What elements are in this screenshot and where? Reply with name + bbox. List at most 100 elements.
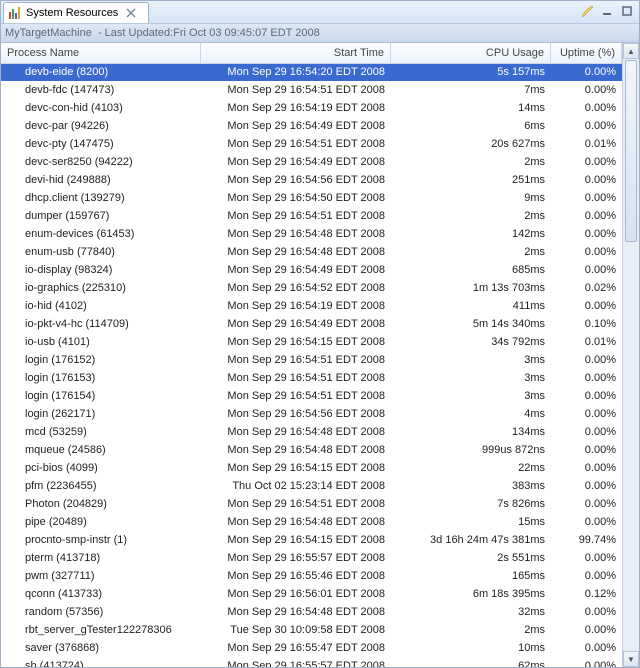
minimize-button[interactable] — [599, 3, 615, 19]
table-row[interactable]: random (57356)Mon Sep 29 16:54:48 EDT 20… — [1, 603, 622, 621]
table-row[interactable]: devc-pty (147475)Mon Sep 29 16:54:51 EDT… — [1, 135, 622, 153]
cell-process: devi-hid (249888) — [1, 174, 201, 186]
process-table[interactable]: Process Name Start Time CPU Usage Uptime… — [1, 43, 622, 667]
table-row[interactable]: io-usb (4101)Mon Sep 29 16:54:15 EDT 200… — [1, 333, 622, 351]
table-row[interactable]: procnto-smp-instr (1)Mon Sep 29 16:54:15… — [1, 531, 622, 549]
table-row[interactable]: login (176154)Mon Sep 29 16:54:51 EDT 20… — [1, 387, 622, 405]
table-row[interactable]: dumper (159767)Mon Sep 29 16:54:51 EDT 2… — [1, 207, 622, 225]
table-row[interactable]: pipe (20489)Mon Sep 29 16:54:48 EDT 2008… — [1, 513, 622, 531]
cell-start-time: Mon Sep 29 16:54:56 EDT 2008 — [201, 174, 391, 186]
col-process[interactable]: Process Name — [1, 43, 201, 63]
cell-start-time: Mon Sep 29 16:54:52 EDT 2008 — [201, 282, 391, 294]
table-row[interactable]: qconn (413733)Mon Sep 29 16:56:01 EDT 20… — [1, 585, 622, 603]
cell-process: dumper (159767) — [1, 210, 201, 222]
cell-process: rbt_server_gTester122278306 — [1, 624, 201, 636]
view-tab[interactable]: System Resources — [3, 2, 149, 23]
cell-process: devb-eide (8200) — [1, 66, 201, 78]
table-row[interactable]: login (176153)Mon Sep 29 16:54:51 EDT 20… — [1, 369, 622, 387]
window-buttons — [579, 3, 635, 19]
table-row[interactable]: io-pkt-v4-hc (114709)Mon Sep 29 16:54:49… — [1, 315, 622, 333]
table-row[interactable]: io-graphics (225310)Mon Sep 29 16:54:52 … — [1, 279, 622, 297]
status-machine: MyTargetMachine — [5, 27, 92, 39]
table-row[interactable]: rbt_server_gTester122278306Tue Sep 30 10… — [1, 621, 622, 639]
cell-uptime: 0.00% — [551, 84, 622, 96]
cell-process: sh (413724) — [1, 660, 201, 667]
cell-start-time: Mon Sep 29 16:54:49 EDT 2008 — [201, 264, 391, 276]
cell-uptime: 0.00% — [551, 264, 622, 276]
scroll-up-button[interactable]: ▲ — [623, 43, 639, 59]
cell-uptime: 0.00% — [551, 174, 622, 186]
table-row[interactable]: login (262171)Mon Sep 29 16:54:56 EDT 20… — [1, 405, 622, 423]
cell-start-time: Mon Sep 29 16:54:51 EDT 2008 — [201, 498, 391, 510]
cell-uptime: 0.00% — [551, 246, 622, 258]
cell-process: qconn (413733) — [1, 588, 201, 600]
col-start-time[interactable]: Start Time — [201, 43, 391, 63]
cell-uptime: 0.00% — [551, 624, 622, 636]
cell-start-time: Mon Sep 29 16:55:46 EDT 2008 — [201, 570, 391, 582]
close-tab-icon[interactable] — [124, 6, 138, 20]
table-row[interactable]: pci-bios (4099)Mon Sep 29 16:54:15 EDT 2… — [1, 459, 622, 477]
cell-cpu-usage: 15ms — [391, 516, 551, 528]
cell-uptime: 0.00% — [551, 462, 622, 474]
cell-uptime: 0.00% — [551, 66, 622, 78]
cell-start-time: Mon Sep 29 16:54:56 EDT 2008 — [201, 408, 391, 420]
table-row[interactable]: enum-usb (77840)Mon Sep 29 16:54:48 EDT … — [1, 243, 622, 261]
table-row[interactable]: dhcp.client (139279)Mon Sep 29 16:54:50 … — [1, 189, 622, 207]
table-row[interactable]: devi-hid (249888)Mon Sep 29 16:54:56 EDT… — [1, 171, 622, 189]
table-row[interactable]: login (176152)Mon Sep 29 16:54:51 EDT 20… — [1, 351, 622, 369]
cell-cpu-usage: 165ms — [391, 570, 551, 582]
table-row[interactable]: devc-ser8250 (94222)Mon Sep 29 16:54:49 … — [1, 153, 622, 171]
cell-cpu-usage: 2ms — [391, 210, 551, 222]
cell-start-time: Mon Sep 29 16:54:48 EDT 2008 — [201, 606, 391, 618]
brush-icon[interactable] — [579, 3, 595, 19]
vertical-scrollbar[interactable]: ▲ ▼ — [622, 43, 639, 667]
table-row[interactable]: devc-par (94226)Mon Sep 29 16:54:49 EDT … — [1, 117, 622, 135]
cell-start-time: Mon Sep 29 16:54:19 EDT 2008 — [201, 102, 391, 114]
cell-start-time: Mon Sep 29 16:54:51 EDT 2008 — [201, 138, 391, 150]
table-row[interactable]: saver (376868)Mon Sep 29 16:55:47 EDT 20… — [1, 639, 622, 657]
cell-uptime: 0.00% — [551, 480, 622, 492]
table-row[interactable]: devb-fdc (147473)Mon Sep 29 16:54:51 EDT… — [1, 81, 622, 99]
table-row[interactable]: mqueue (24586)Mon Sep 29 16:54:48 EDT 20… — [1, 441, 622, 459]
table-row[interactable]: pwm (327711)Mon Sep 29 16:55:46 EDT 2008… — [1, 567, 622, 585]
table-row[interactable]: pfm (2236455)Thu Oct 02 15:23:14 EDT 200… — [1, 477, 622, 495]
col-uptime[interactable]: Uptime (%) — [551, 43, 622, 63]
cell-process: pfm (2236455) — [1, 480, 201, 492]
table-row[interactable]: devb-eide (8200)Mon Sep 29 16:54:20 EDT … — [1, 63, 622, 81]
cell-start-time: Tue Sep 30 10:09:58 EDT 2008 — [201, 624, 391, 636]
scroll-thumb[interactable] — [625, 60, 637, 242]
cell-process: devc-con-hid (4103) — [1, 102, 201, 114]
cell-process: devc-pty (147475) — [1, 138, 201, 150]
cell-uptime: 0.01% — [551, 138, 622, 150]
table-row[interactable]: io-display (98324)Mon Sep 29 16:54:49 ED… — [1, 261, 622, 279]
cell-process: login (176152) — [1, 354, 201, 366]
cell-cpu-usage: 9ms — [391, 192, 551, 204]
cell-uptime: 0.00% — [551, 516, 622, 528]
cell-process: saver (376868) — [1, 642, 201, 654]
table-row[interactable]: sh (413724)Mon Sep 29 16:55:57 EDT 20086… — [1, 657, 622, 667]
cell-start-time: Mon Sep 29 16:54:48 EDT 2008 — [201, 444, 391, 456]
table-row[interactable]: mcd (53259)Mon Sep 29 16:54:48 EDT 20081… — [1, 423, 622, 441]
cell-cpu-usage: 6ms — [391, 120, 551, 132]
cell-start-time: Mon Sep 29 16:54:49 EDT 2008 — [201, 156, 391, 168]
cell-process: login (262171) — [1, 408, 201, 420]
table-row[interactable]: io-hid (4102)Mon Sep 29 16:54:19 EDT 200… — [1, 297, 622, 315]
table-row[interactable]: pterm (413718)Mon Sep 29 16:55:57 EDT 20… — [1, 549, 622, 567]
cell-cpu-usage: 4ms — [391, 408, 551, 420]
cell-uptime: 0.00% — [551, 228, 622, 240]
cell-process: pterm (413718) — [1, 552, 201, 564]
table-row[interactable]: enum-devices (61453)Mon Sep 29 16:54:48 … — [1, 225, 622, 243]
cell-uptime: 0.12% — [551, 588, 622, 600]
table-row[interactable]: devc-con-hid (4103)Mon Sep 29 16:54:19 E… — [1, 99, 622, 117]
table-row[interactable]: Photon (204829)Mon Sep 29 16:54:51 EDT 2… — [1, 495, 622, 513]
cell-process: pci-bios (4099) — [1, 462, 201, 474]
cell-uptime: 0.00% — [551, 498, 622, 510]
cell-process: login (176154) — [1, 390, 201, 402]
cell-start-time: Mon Sep 29 16:54:51 EDT 2008 — [201, 354, 391, 366]
maximize-button[interactable] — [619, 3, 635, 19]
view-tab-label: System Resources — [26, 7, 118, 19]
cell-start-time: Mon Sep 29 16:54:51 EDT 2008 — [201, 390, 391, 402]
cell-cpu-usage: 685ms — [391, 264, 551, 276]
col-cpu-usage[interactable]: CPU Usage — [391, 43, 551, 63]
scroll-down-button[interactable]: ▼ — [623, 651, 639, 667]
